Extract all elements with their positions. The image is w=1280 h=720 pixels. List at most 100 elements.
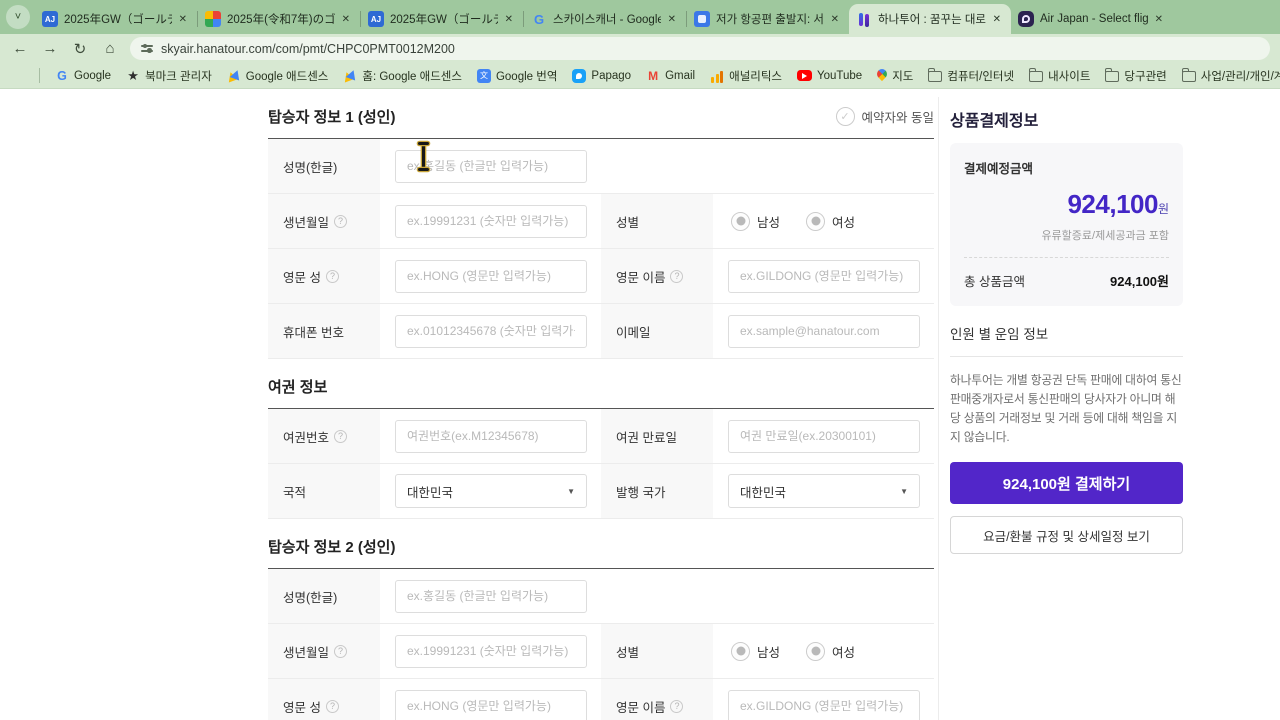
bookmark-adsense-home[interactable]: 홈: Google 애드센스 (343, 68, 462, 84)
price-value: 924,100 (1067, 189, 1157, 219)
bookmark-gmail[interactable]: M Gmail (646, 69, 695, 83)
english-lastname-input[interactable] (395, 260, 587, 293)
translate-icon: 文 (477, 69, 491, 83)
table-row: 생년월일? 성별 남성 여성 (268, 194, 934, 249)
passport-expiry-input[interactable] (728, 420, 920, 453)
field-cell (713, 409, 934, 463)
radio-icon[interactable] (731, 642, 750, 661)
chevron-down-icon: ˅ (15, 11, 21, 23)
reload-icon[interactable]: ↻ (70, 40, 90, 58)
payment-title: 상품결제정보 (950, 89, 1183, 143)
close-icon[interactable]: ✕ (176, 12, 190, 27)
tab-golden-week-calendar[interactable]: 2025年(令和7年)のゴールデンウィ- ✕ (198, 4, 360, 34)
help-icon[interactable]: ? (334, 215, 347, 228)
field-label: 영문 성? (268, 679, 380, 720)
aj-favicon-icon: AJ (368, 11, 384, 27)
field-label: 성별 (601, 194, 713, 248)
close-icon[interactable]: ✕ (1152, 12, 1166, 27)
tab-skyscanner-search[interactable]: G 스카이스캐너 - Google 검색 ✕ (524, 4, 686, 34)
radio-icon[interactable] (731, 212, 750, 231)
pay-button[interactable]: 924,100원 결제하기 (950, 462, 1183, 504)
email-input[interactable] (728, 315, 920, 348)
help-icon[interactable]: ? (326, 270, 339, 283)
check-circle-icon: ✓ (836, 107, 855, 126)
female-radio-option[interactable]: 여성 (806, 212, 855, 231)
tab-hanatour-active[interactable]: 하나투어 : 꿈꾸는 대로, 펼쳐지 ✕ (849, 4, 1011, 34)
bookmark-adsense[interactable]: Google 애드센스 (227, 68, 329, 84)
bookmark-manager[interactable]: ★ 북마크 관리자 (126, 68, 212, 84)
bookmark-folder-business[interactable]: 사업/관리/개인/계정 (1182, 68, 1280, 84)
field-cell (380, 139, 934, 193)
close-icon[interactable]: ✕ (502, 12, 516, 27)
field-cell: 남성 여성 (713, 194, 934, 248)
airjapan-favicon-icon (1018, 11, 1034, 27)
tab-airjapan[interactable]: Air Japan - Select flight ✕ (1011, 4, 1173, 34)
birthdate-input-p2[interactable] (395, 635, 587, 668)
bookmark-analytics[interactable]: 애널리틱스 (710, 68, 782, 84)
tab-lowcost-flights[interactable]: 저가 항공편 출발지: 서울 목적 ✕ (687, 4, 849, 34)
gmail-icon: M (646, 69, 660, 83)
total-amount-row: 총 상품금액 924,100원 (964, 271, 1169, 290)
issuing-country-select[interactable]: 대한민국 ▼ (728, 474, 920, 508)
bookmark-folder-computer[interactable]: 컴퓨터/인터넷 (928, 68, 1014, 84)
fuel-surcharge-note: 유류할증료/제세공과금 포함 (964, 227, 1169, 243)
folder-icon (928, 71, 942, 82)
close-icon[interactable]: ✕ (990, 12, 1004, 27)
bookmark-maps[interactable]: 지도 (877, 68, 913, 84)
help-icon[interactable]: ? (334, 430, 347, 443)
bookmark-youtube[interactable]: YouTube (797, 70, 862, 82)
fare-rules-button[interactable]: 요금/환불 규정 및 상세일정 보기 (950, 516, 1183, 554)
help-icon[interactable]: ? (670, 700, 683, 713)
female-radio-option-p2[interactable]: 여성 (806, 642, 855, 661)
help-icon[interactable]: ? (326, 700, 339, 713)
phone-input[interactable] (395, 315, 587, 348)
adsense-icon (343, 69, 357, 83)
radio-icon[interactable] (806, 642, 825, 661)
tab-golden-week-1[interactable]: AJ 2025年GW（ゴールデンウィーク）| ✕ (35, 4, 197, 34)
tab-strip: ˅ AJ 2025年GW（ゴールデンウィーク）| ✕ 2025年(令和7年)のゴ… (0, 0, 1280, 34)
apps-grid-icon[interactable] (10, 69, 24, 83)
nationality-select[interactable]: 대한민국 ▼ (395, 474, 587, 508)
address-bar[interactable]: skyair.hanatour.com/com/pmt/CHPC0PMT0012… (130, 37, 1270, 60)
name-input-p2[interactable] (395, 580, 587, 613)
bookmark-google[interactable]: G Google (55, 69, 111, 83)
bookmarks-bar: G Google ★ 북마크 관리자 Google 애드센스 홈: Google… (0, 63, 1280, 89)
close-icon[interactable]: ✕ (828, 12, 842, 27)
help-icon[interactable]: ? (334, 645, 347, 658)
english-firstname-input[interactable] (728, 260, 920, 293)
bookmark-folder-billiards[interactable]: 당구관련 (1105, 68, 1166, 84)
bookmark-papago[interactable]: Papago (572, 69, 631, 83)
bookmark-translate[interactable]: 文 Google 번역 (477, 68, 557, 84)
same-as-booker-toggle[interactable]: ✓ 예약자와 동일 (836, 107, 934, 126)
tab-golden-week-2[interactable]: AJ 2025年GW（ゴールデンウィーク）| ✕ (361, 4, 523, 34)
male-radio-option[interactable]: 남성 (731, 212, 780, 231)
forward-icon[interactable]: → (40, 40, 60, 57)
help-icon[interactable]: ? (670, 270, 683, 283)
home-icon[interactable]: ⌂ (100, 40, 120, 57)
extension-favicon-icon (694, 11, 710, 27)
table-row: 생년월일? 성별 남성 여성 (268, 624, 934, 679)
bookmark-folder-mysite[interactable]: 내사이트 (1029, 68, 1090, 84)
field-label: 이메일 (601, 304, 713, 358)
passport-number-input[interactable] (395, 420, 587, 453)
close-icon[interactable]: ✕ (665, 12, 679, 27)
close-icon[interactable]: ✕ (339, 12, 353, 27)
back-icon[interactable]: ← (10, 40, 30, 57)
field-cell (380, 249, 601, 303)
dashed-divider (964, 257, 1169, 258)
tab-search-button[interactable]: ˅ (6, 5, 30, 29)
radio-icon[interactable] (806, 212, 825, 231)
english-lastname-input-p2[interactable] (395, 690, 587, 720)
field-label: 성별 (601, 624, 713, 678)
field-cell (380, 569, 934, 623)
chevron-down-icon: ▼ (567, 487, 575, 496)
url-text[interactable]: skyair.hanatour.com/com/pmt/CHPC0PMT0012… (161, 42, 455, 56)
site-settings-icon[interactable] (141, 45, 153, 51)
name-input[interactable] (395, 150, 587, 183)
chevron-down-icon: ▼ (900, 487, 908, 496)
gender-radio-group: 남성 여성 (731, 642, 855, 661)
male-radio-option-p2[interactable]: 남성 (731, 642, 780, 661)
fare-info-accordion[interactable]: 인원 별 운임 정보 (950, 306, 1183, 357)
english-firstname-input-p2[interactable] (728, 690, 920, 720)
birthdate-input[interactable] (395, 205, 587, 238)
